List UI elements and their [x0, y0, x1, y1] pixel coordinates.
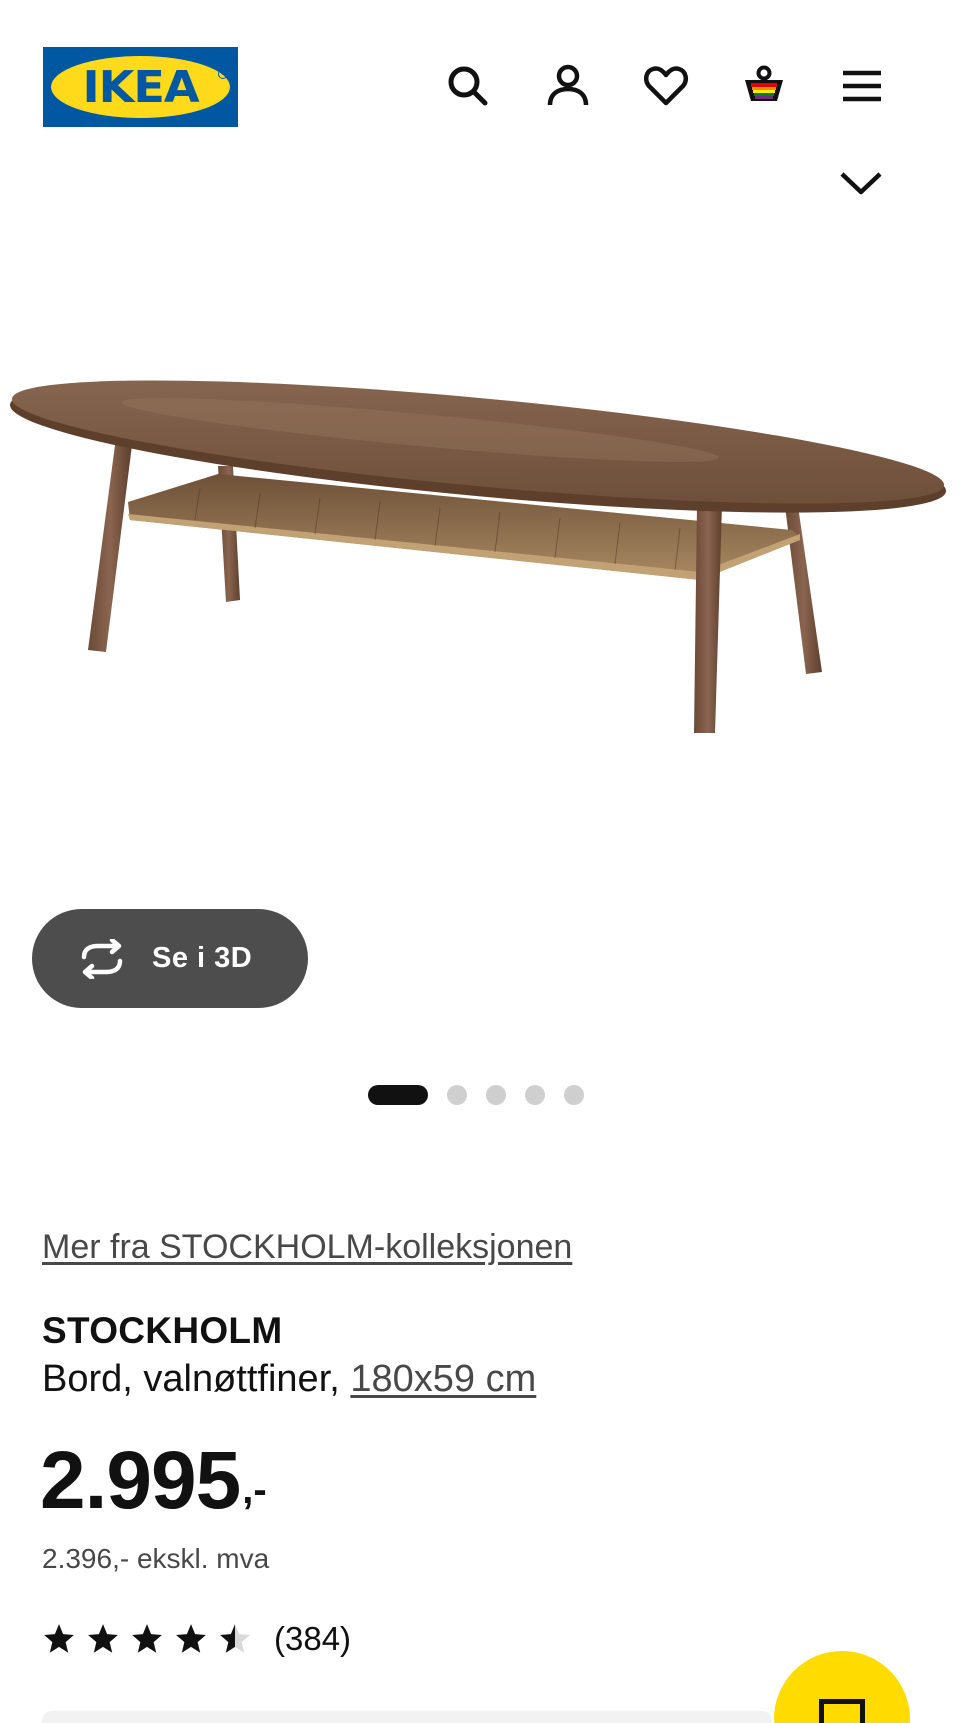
- price: 2.995 ,-: [40, 1440, 267, 1522]
- product-name: STOCKHOLM: [42, 1310, 283, 1351]
- product-description: Bord, valnøttfiner, 180x59 cm: [42, 1358, 536, 1401]
- price-suffix: ,-: [242, 1468, 267, 1512]
- view-3d-button[interactable]: Se i 3D: [32, 909, 308, 1008]
- star-icon: [88, 1624, 118, 1653]
- floating-action-button[interactable]: [774, 1651, 910, 1723]
- heart-icon[interactable]: [638, 58, 694, 114]
- chevron-down-icon[interactable]: [838, 168, 884, 198]
- account-icon[interactable]: [540, 58, 596, 114]
- registered-mark: [218, 69, 228, 79]
- carousel-dot-2[interactable]: [447, 1085, 467, 1105]
- half-star-icon: [220, 1624, 250, 1653]
- review-count[interactable]: (384): [274, 1620, 351, 1658]
- ikea-logo[interactable]: IKEA: [43, 47, 238, 127]
- bottom-panel: [42, 1711, 772, 1723]
- basket-icon[interactable]: [736, 58, 792, 114]
- rotate-3d-icon: [81, 938, 123, 979]
- price-excl-vat: 2.396,- ekskl. mva: [42, 1543, 270, 1574]
- product-image[interactable]: [0, 240, 960, 920]
- star-icon: [132, 1624, 162, 1653]
- carousel-dot-4[interactable]: [525, 1085, 545, 1105]
- search-icon[interactable]: [440, 58, 496, 114]
- rating[interactable]: (384): [42, 1620, 351, 1658]
- header: IKEA: [0, 0, 960, 175]
- menu-icon[interactable]: [834, 58, 890, 114]
- carousel-dot-5[interactable]: [564, 1085, 584, 1105]
- carousel-dot-3[interactable]: [486, 1085, 506, 1105]
- logo-text: IKEA: [82, 61, 199, 113]
- star-icon: [44, 1624, 74, 1653]
- product-type: Bord, valnøttfiner,: [42, 1358, 340, 1400]
- star-icon: [176, 1624, 206, 1653]
- view-3d-label: Se i 3D: [152, 942, 253, 974]
- carousel-dot-1[interactable]: [368, 1085, 428, 1105]
- product-size-link[interactable]: 180x59 cm: [350, 1358, 536, 1400]
- bag-icon: [819, 1699, 865, 1723]
- price-amount: 2.995: [40, 1435, 241, 1526]
- carousel-dots: [368, 1085, 584, 1105]
- collection-link[interactable]: Mer fra STOCKHOLM-kolleksjonen: [42, 1228, 572, 1267]
